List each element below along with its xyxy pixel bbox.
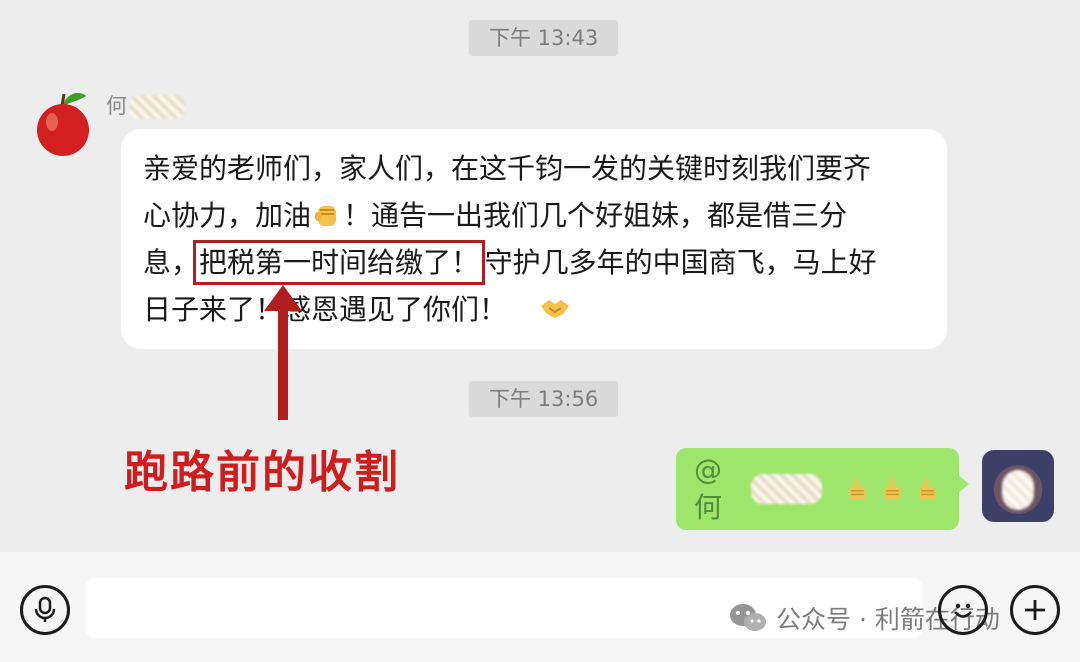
message-bubble-left[interactable]: 亲爱的老师们，家人们，在这千钧一发的关键时刻我们要齐 心协力，加油 ！通告一出我… (121, 129, 947, 349)
microphone-icon (34, 596, 56, 622)
avatar[interactable] (982, 450, 1054, 522)
input-bar: 公众号 · 利箭在行动 (0, 552, 1080, 662)
highlighted-phrase: 把税第一时间给缴了！ (193, 240, 486, 285)
blurred-face (1002, 470, 1034, 510)
plus-icon (1025, 600, 1045, 620)
message-line: 息，把税第一时间给缴了！ 守护几多年的中国商飞，马上好 (143, 240, 877, 285)
annotation-text: 跑路前的收割 (124, 447, 400, 498)
handshake-icon (541, 300, 570, 318)
message-line: 心协力，加油 ！通告一出我们几个好姐妹，都是借三分 (143, 199, 848, 232)
emoji-button[interactable] (938, 585, 988, 635)
message-line: 亲爱的老师们，家人们，在这千钧一发的关键时刻我们要齐 (143, 152, 872, 185)
blurred-mention-name (750, 474, 822, 504)
thumbs-up-icon (919, 477, 936, 500)
timestamp: 下午 13:43 (469, 20, 619, 56)
smiley-icon (954, 603, 972, 618)
wechat-icon (730, 604, 766, 631)
sender-name: 何 (106, 90, 185, 120)
message-line: 日子来了！感恩遇见了你们！ (143, 286, 925, 333)
blurred-name (129, 95, 185, 119)
up-arrow-icon (264, 285, 302, 420)
mention: @何 (694, 452, 723, 524)
raised-fist-icon (315, 206, 337, 226)
chat-area[interactable]: 下午 13:43 何 亲爱的老师们，家人们，在这千钧一发的关键时刻我们要齐 心协… (0, 0, 1080, 552)
message-bubble-right[interactable]: @何 (676, 448, 969, 530)
timestamp: 下午 13:56 (469, 381, 619, 417)
red-apple-icon[interactable] (30, 86, 96, 156)
thumbs-up-icon (884, 477, 901, 500)
plus-button[interactable] (1010, 585, 1060, 635)
thumbs-up-icon (849, 477, 866, 500)
voice-button[interactable] (20, 585, 70, 635)
